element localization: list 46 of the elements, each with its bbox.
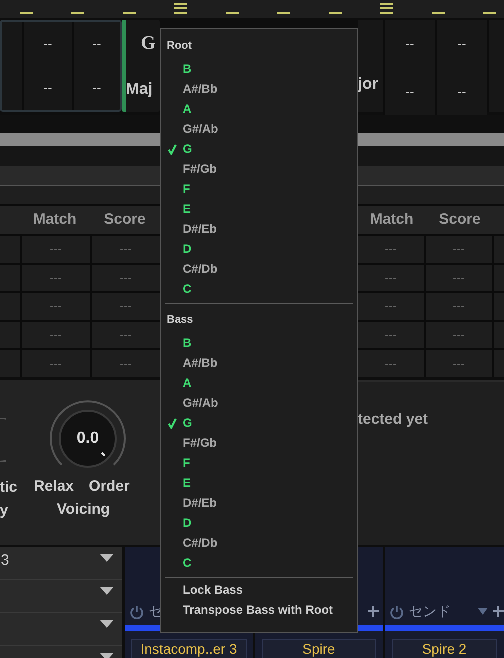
chord-cell-text: -- <box>44 35 52 54</box>
table-cell-text: --- <box>120 270 132 287</box>
table-cell-text: --- <box>50 270 62 287</box>
table-cell-text: --- <box>50 356 62 373</box>
chord-quality-text: Maj <box>126 82 154 98</box>
knob-value: 0.0 <box>76 428 100 449</box>
chord-cell-text: -- <box>406 82 414 100</box>
chord-cell-text: -- <box>44 79 52 98</box>
table-cell-text: --- <box>385 270 397 287</box>
chord-root-text: G <box>140 34 156 54</box>
table-cell-text: --- <box>453 327 465 344</box>
column-header: Score <box>103 210 147 230</box>
chord-quality-text: jor <box>358 77 380 93</box>
chord-cell-text: -- <box>458 35 466 53</box>
knob-label: Relax <box>34 476 74 497</box>
table-cell-text: --- <box>120 241 132 258</box>
column-header: Score <box>438 210 482 230</box>
table-cell-text: --- <box>453 270 465 287</box>
column-header: Match <box>32 210 78 230</box>
table-cell-text: --- <box>385 298 397 316</box>
table-cell-text: --- <box>120 356 132 373</box>
track-name: 3 <box>1 552 10 568</box>
column-header: Match <box>369 210 415 230</box>
table-cell-text: --- <box>385 241 397 258</box>
table-cell-text: --- <box>453 356 465 373</box>
chord-cell-text: -- <box>92 79 102 98</box>
send-label: センド <box>409 602 451 622</box>
table-cell-text: --- <box>120 327 132 344</box>
chord-cell-text: -- <box>92 35 102 54</box>
table-cell-text: --- <box>453 241 465 258</box>
menu-section-title: Bass <box>166 313 194 328</box>
table-cell-text: --- <box>50 298 62 316</box>
table-cell-text: --- <box>50 327 62 344</box>
knob-label: y <box>0 500 10 521</box>
knob-label: tic <box>0 478 18 498</box>
knob-title: Voicing <box>57 500 110 520</box>
table-cell-text: --- <box>385 327 397 344</box>
chord-cell-text: -- <box>458 82 466 100</box>
table-cell-text: --- <box>120 298 132 316</box>
table-cell-text: --- <box>385 356 397 373</box>
chord-cell-text: -- <box>406 35 414 53</box>
table-cell-text: --- <box>453 298 465 316</box>
menu-section-title: Root <box>166 39 194 54</box>
status-text: tected yet <box>358 410 428 428</box>
knob-label: Order <box>89 476 130 497</box>
table-cell-text: --- <box>50 241 62 258</box>
